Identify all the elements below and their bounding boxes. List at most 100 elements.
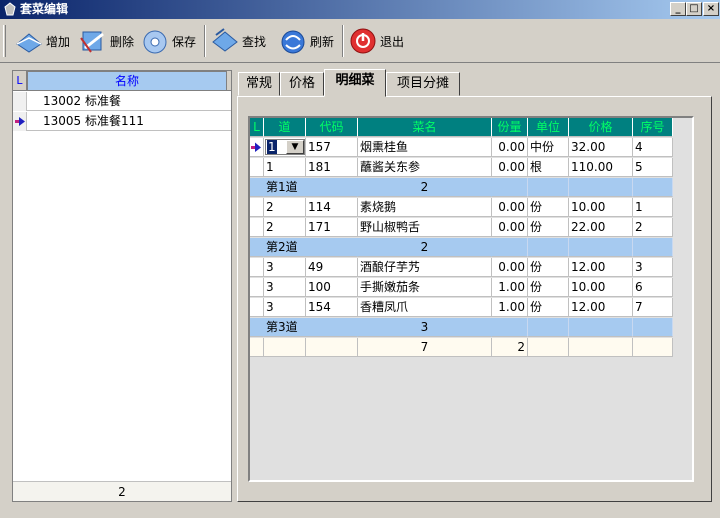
column-header-price[interactable]: 价格	[569, 118, 633, 137]
cell-course[interactable]: 1	[264, 158, 306, 177]
column-header-l[interactable]: L	[250, 118, 264, 137]
cell-price[interactable]: 10.00	[569, 278, 633, 297]
list-item[interactable]: 13005 标准餐111	[13, 112, 231, 131]
cell-dish-name[interactable]: 烟熏桂鱼	[358, 138, 492, 157]
cell-seq[interactable]: 6	[633, 278, 673, 297]
course-dropdown-value[interactable]: 1	[267, 140, 277, 154]
cell-empty	[569, 318, 633, 337]
course-dropdown[interactable]: 1 ▼	[264, 138, 306, 157]
row-indicator[interactable]	[250, 298, 264, 317]
cell-price[interactable]: 12.00	[569, 298, 633, 317]
cell-seq[interactable]: 3	[633, 258, 673, 277]
tab-cost-allocation[interactable]: 项目分摊	[386, 72, 460, 96]
cell-seq[interactable]: 2	[633, 218, 673, 237]
cell-course[interactable]: 3	[264, 278, 306, 297]
group-count: 2	[358, 178, 492, 197]
cell-price[interactable]: 22.00	[569, 218, 633, 237]
cell-quantity[interactable]: 0.00	[492, 158, 528, 177]
row-indicator[interactable]	[13, 92, 27, 111]
cell-course[interactable]: 2	[264, 198, 306, 217]
refresh-label: 刷新	[310, 34, 335, 49]
row-indicator[interactable]	[250, 198, 264, 217]
cell-unit[interactable]: 中份	[528, 138, 569, 157]
delete-icon	[80, 31, 104, 53]
add-button[interactable]: 增加	[14, 23, 70, 59]
row-indicator[interactable]	[250, 158, 264, 177]
minimize-button[interactable]: _	[670, 2, 686, 16]
cell-quantity[interactable]: 1.00	[492, 278, 528, 297]
cell-unit[interactable]: 份	[528, 218, 569, 237]
cell-dish-name[interactable]: 野山椒鸭舌	[358, 218, 492, 237]
cell-quantity[interactable]: 0.00	[492, 258, 528, 277]
list-item[interactable]: 13002 标准餐	[13, 92, 231, 111]
column-header-seq[interactable]: 序号	[633, 118, 673, 137]
cell-price[interactable]: 110.00	[569, 158, 633, 177]
cell-course[interactable]: 2	[264, 218, 306, 237]
cell-code[interactable]: 114	[306, 198, 358, 217]
row-indicator	[250, 318, 264, 337]
row-indicator[interactable]	[250, 218, 264, 237]
cell-unit[interactable]: 份	[528, 258, 569, 277]
cell-price[interactable]: 12.00	[569, 258, 633, 277]
column-header-quantity[interactable]: 份量	[492, 118, 528, 137]
save-button[interactable]: 保存	[140, 23, 196, 59]
column-header-course[interactable]: 道	[264, 118, 306, 137]
row-indicator[interactable]	[13, 112, 27, 131]
cell-unit[interactable]: 根	[528, 158, 569, 177]
cell-dish-name[interactable]: 蘸酱关东参	[358, 158, 492, 177]
delete-label: 删除	[110, 34, 135, 49]
list-item-code: 13005	[43, 114, 82, 128]
cell-code[interactable]: 154	[306, 298, 358, 317]
cell-code[interactable]: 171	[306, 218, 358, 237]
tab-price[interactable]: 价格	[280, 72, 324, 96]
cell-seq[interactable]: 5	[633, 158, 673, 177]
cell-empty	[569, 338, 633, 357]
chevron-down-icon[interactable]: ▼	[286, 140, 304, 154]
cell-seq[interactable]: 4	[633, 138, 673, 157]
window-title: 套菜编辑	[20, 2, 69, 16]
maximize-button[interactable]: □	[686, 2, 702, 16]
list-header: L 名称	[13, 71, 231, 91]
cell-unit[interactable]: 份	[528, 198, 569, 217]
refresh-icon	[281, 30, 305, 54]
cell-code[interactable]: 157	[306, 138, 358, 157]
cell-course[interactable]: 3	[264, 298, 306, 317]
refresh-button[interactable]: 刷新	[278, 23, 334, 59]
cell-dish-name[interactable]: 手撕嫩茄条	[358, 278, 492, 297]
cell-seq[interactable]: 7	[633, 298, 673, 317]
list-header-name[interactable]: 名称	[27, 71, 227, 91]
cell-price[interactable]: 10.00	[569, 198, 633, 217]
cell-code[interactable]: 181	[306, 158, 358, 177]
cell-code[interactable]: 100	[306, 278, 358, 297]
close-button[interactable]: ×	[703, 2, 719, 16]
cell-course[interactable]: 3	[264, 258, 306, 277]
row-indicator[interactable]	[250, 258, 264, 277]
row-indicator[interactable]	[250, 278, 264, 297]
cell-quantity[interactable]: 0.00	[492, 198, 528, 217]
cell-price[interactable]: 32.00	[569, 138, 633, 157]
tab-general[interactable]: 常规	[238, 72, 280, 96]
column-header-dish-name[interactable]: 菜名	[358, 118, 492, 137]
cell-quantity[interactable]: 0.00	[492, 138, 528, 157]
column-header-code[interactable]: 代码	[306, 118, 358, 137]
cell-unit[interactable]: 份	[528, 278, 569, 297]
cell-unit[interactable]: 份	[528, 298, 569, 317]
current-row-arrow-icon	[251, 142, 261, 152]
cell-quantity[interactable]: 1.00	[492, 298, 528, 317]
toolbar-separator	[204, 25, 206, 57]
cell-dish-name[interactable]: 香糟凤爪	[358, 298, 492, 317]
delete-button[interactable]: 删除	[78, 23, 134, 59]
cell-quantity[interactable]: 0.00	[492, 218, 528, 237]
cell-empty	[633, 178, 673, 197]
column-header-unit[interactable]: 单位	[528, 118, 569, 137]
list-header-l[interactable]: L	[13, 71, 27, 91]
cell-code[interactable]: 49	[306, 258, 358, 277]
find-button[interactable]: 查找	[210, 23, 266, 59]
cell-empty	[569, 178, 633, 197]
cell-dish-name[interactable]: 酒酿仔芋艿	[358, 258, 492, 277]
row-indicator[interactable]	[250, 138, 264, 157]
exit-button[interactable]: 退出	[348, 23, 404, 59]
cell-seq[interactable]: 1	[633, 198, 673, 217]
cell-dish-name[interactable]: 素烧鹅	[358, 198, 492, 217]
tab-detail-dishes[interactable]: 明细菜	[324, 69, 386, 97]
